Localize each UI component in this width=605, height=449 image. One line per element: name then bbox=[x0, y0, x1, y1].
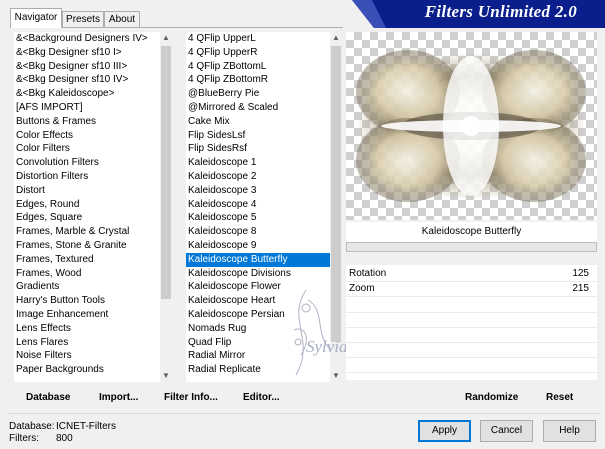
param-row-empty bbox=[346, 313, 597, 328]
parameter-panel: Rotation 125 Zoom 215 bbox=[346, 265, 597, 380]
list-item[interactable]: Kaleidoscope 4 bbox=[186, 198, 330, 212]
param-row-empty bbox=[346, 358, 597, 373]
list-item[interactable]: Edges, Square bbox=[14, 211, 160, 225]
param-row-rotation[interactable]: Rotation 125 bbox=[346, 267, 597, 282]
list-item[interactable]: Lens Effects bbox=[14, 322, 160, 336]
preview-image bbox=[346, 32, 597, 220]
filters-count: 800 bbox=[56, 433, 73, 444]
list-item[interactable]: @Mirrored & Scaled bbox=[186, 101, 330, 115]
database-button[interactable]: Database bbox=[26, 392, 70, 403]
scroll-up-icon[interactable]: ▲ bbox=[160, 32, 172, 44]
list-item[interactable]: Color Effects bbox=[14, 129, 160, 143]
list-item[interactable]: Cake Mix bbox=[186, 115, 330, 129]
scroll-up-icon[interactable]: ▲ bbox=[330, 32, 342, 44]
list-item[interactable]: &<Bkg Designer sf10 III> bbox=[14, 60, 160, 74]
param-row-empty bbox=[346, 328, 597, 343]
database-value: ICNET-Filters bbox=[56, 421, 116, 432]
list-item[interactable]: Kaleidoscope Butterfly bbox=[186, 252, 330, 267]
list-item[interactable]: Color Filters bbox=[14, 142, 160, 156]
list-item[interactable]: [AFS IMPORT] bbox=[14, 101, 160, 115]
filters-label: Filters: bbox=[9, 433, 39, 444]
scrollbar-thumb[interactable] bbox=[161, 46, 171, 299]
list-item[interactable]: Edges, Round bbox=[14, 198, 160, 212]
list-item[interactable]: Flip SidesRsf bbox=[186, 142, 330, 156]
list-item[interactable]: Noise Filters bbox=[14, 349, 160, 363]
list-item[interactable]: Paper Backgrounds bbox=[14, 363, 160, 377]
cancel-button[interactable]: Cancel bbox=[480, 420, 533, 442]
progress-bar bbox=[346, 242, 597, 252]
list-item[interactable]: Harry's Button Tools bbox=[14, 294, 160, 308]
selected-filter-name: Kaleidoscope Butterfly bbox=[346, 222, 597, 242]
list-item[interactable]: Distortion Filters bbox=[14, 170, 160, 184]
help-button[interactable]: Help bbox=[543, 420, 596, 442]
banner: Filters Unlimited 2.0 bbox=[352, 0, 605, 28]
list-item[interactable]: Frames, Wood bbox=[14, 267, 160, 281]
list-item[interactable]: Frames, Stone & Granite bbox=[14, 239, 160, 253]
list-item[interactable]: Kaleidoscope 1 bbox=[186, 156, 330, 170]
editor-button[interactable]: Editor... bbox=[243, 392, 280, 403]
database-label: Database: bbox=[9, 421, 55, 432]
butterfly-preview-icon bbox=[356, 50, 586, 202]
list-item[interactable]: &<Bkg Designer sf10 I> bbox=[14, 46, 160, 60]
param-label: Zoom bbox=[349, 283, 375, 294]
param-row-zoom[interactable]: Zoom 215 bbox=[346, 282, 597, 297]
list-item[interactable]: Kaleidoscope 2 bbox=[186, 170, 330, 184]
reset-button[interactable]: Reset bbox=[546, 392, 573, 403]
list-item[interactable]: Image Enhancement bbox=[14, 308, 160, 322]
list-item[interactable]: Kaleidoscope Divisions bbox=[186, 267, 330, 281]
tab-about[interactable]: About bbox=[104, 11, 140, 27]
list-item[interactable]: 4 QFlip ZBottomL bbox=[186, 60, 330, 74]
list-item[interactable]: @BlueBerry Pie bbox=[186, 87, 330, 101]
list-item[interactable]: Kaleidoscope 9 bbox=[186, 239, 330, 253]
filter-info-button[interactable]: Filter Info... bbox=[164, 392, 218, 403]
list-item[interactable]: Kaleidoscope 5 bbox=[186, 211, 330, 225]
list-item[interactable]: 4 QFlip UpperL bbox=[186, 32, 330, 46]
randomize-button[interactable]: Randomize bbox=[465, 392, 518, 403]
param-value: 215 bbox=[572, 283, 589, 294]
list-item[interactable]: Lens Flares bbox=[14, 336, 160, 350]
divider bbox=[8, 413, 600, 414]
param-row-empty bbox=[346, 343, 597, 358]
list-item[interactable]: &<Bkg Kaleidoscope> bbox=[14, 87, 160, 101]
list-item[interactable]: Frames, Marble & Crystal bbox=[14, 225, 160, 239]
list-item[interactable]: Buttons & Frames bbox=[14, 115, 160, 129]
tab-presets[interactable]: Presets bbox=[62, 11, 104, 27]
apply-button[interactable]: Apply bbox=[418, 420, 471, 442]
category-list[interactable]: &<Background Designers IV> &<Bkg Designer… bbox=[14, 32, 160, 382]
tab-navigator[interactable]: Navigator bbox=[10, 8, 62, 28]
category-scrollbar[interactable]: ▲ ▼ bbox=[160, 32, 172, 382]
list-item[interactable]: Convolution Filters bbox=[14, 156, 160, 170]
param-label: Rotation bbox=[349, 268, 387, 279]
import-button[interactable]: Import... bbox=[99, 392, 138, 403]
list-item[interactable]: Gradients bbox=[14, 280, 160, 294]
banner-title: Filters Unlimited 2.0 bbox=[424, 2, 577, 21]
list-item[interactable]: Kaleidoscope 8 bbox=[186, 225, 330, 239]
list-item[interactable]: 4 QFlip ZBottomR bbox=[186, 73, 330, 87]
scroll-down-icon[interactable]: ▼ bbox=[160, 370, 172, 382]
list-item[interactable]: &<Bkg Designer sf10 IV> bbox=[14, 73, 160, 87]
list-item[interactable]: Flip SidesLsf bbox=[186, 129, 330, 143]
list-item[interactable]: 4 QFlip UpperR bbox=[186, 46, 330, 60]
param-row-empty bbox=[346, 298, 597, 313]
list-item[interactable]: &<Background Designers IV> bbox=[14, 32, 160, 46]
list-item[interactable]: Distort bbox=[14, 184, 160, 198]
list-item[interactable]: Kaleidoscope 3 bbox=[186, 184, 330, 198]
param-value: 125 bbox=[572, 268, 589, 279]
list-item[interactable]: Frames, Textured bbox=[14, 253, 160, 267]
